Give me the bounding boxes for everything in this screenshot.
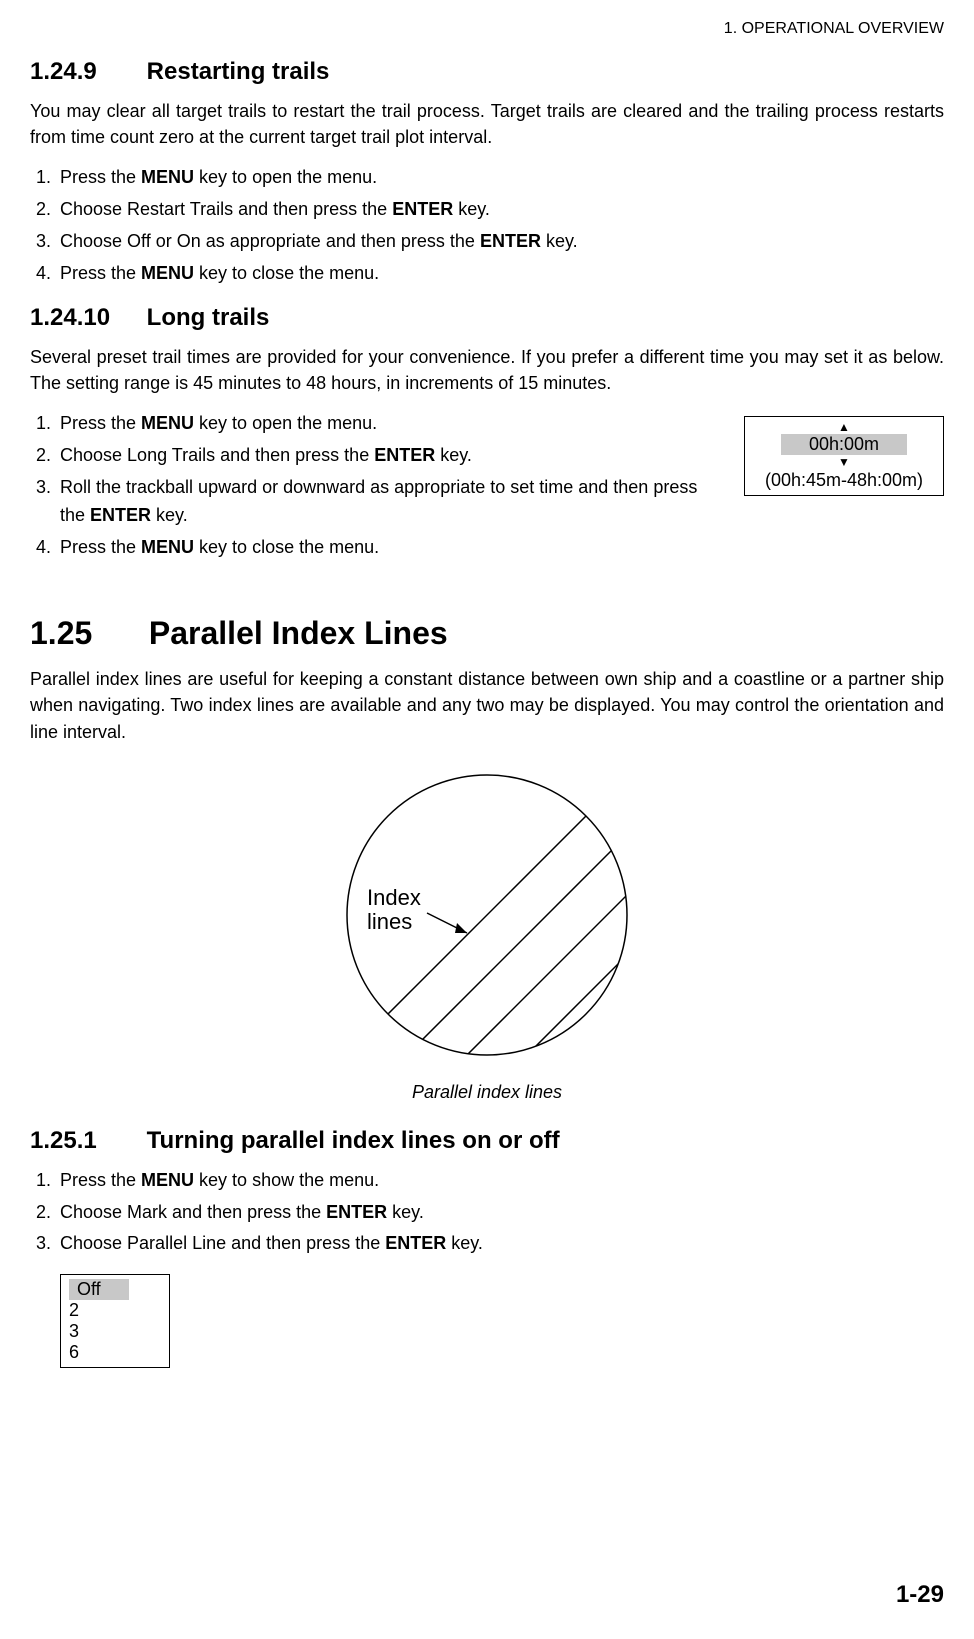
step-item: Press the MENU key to show the menu. (56, 1167, 944, 1195)
parallel-index-lines-figure: Index lines (30, 765, 944, 1070)
step-item: Choose Off or On as appropriate and then… (56, 228, 944, 256)
paragraph: Several preset trail times are provided … (30, 344, 944, 396)
step-item: Choose Mark and then press the ENTER key… (56, 1199, 944, 1227)
figure-caption: Parallel index lines (30, 1082, 944, 1103)
parallel-line-options: Off 2 3 6 (60, 1274, 170, 1368)
step-item: Choose Restart Trails and then press the… (56, 196, 944, 224)
heading-number: 1.24.10 (30, 304, 140, 332)
heading-title: Parallel Index Lines (149, 615, 448, 651)
heading-1-24-10: 1.24.10 Long trails (30, 304, 944, 332)
paragraph: Parallel index lines are useful for keep… (30, 666, 944, 744)
time-value: 00h:00m (781, 434, 907, 455)
time-setting-box: ▲ 00h:00m ▼ (00h:45m-48h:00m) (744, 416, 944, 496)
step-item: Choose Long Trails and then press the EN… (56, 442, 724, 470)
steps-list: Press the MENU key to open the menu. Cho… (56, 410, 724, 565)
arrow-up-icon: ▲ (745, 421, 943, 433)
heading-title: Restarting trails (147, 58, 330, 85)
steps-list: Press the MENU key to open the menu. Cho… (56, 164, 944, 288)
step-item: Choose Parallel Line and then press the … (56, 1230, 944, 1258)
heading-title: Long trails (147, 304, 270, 331)
heading-1-24-9: 1.24.9 Restarting trails (30, 58, 944, 86)
steps-list: Press the MENU key to show the menu. Cho… (56, 1167, 944, 1259)
heading-1-25: 1.25 Parallel Index Lines (30, 615, 944, 652)
step-item: Roll the trackball upward or downward as… (56, 474, 724, 530)
option-6: 6 (61, 1342, 169, 1363)
paragraph: You may clear all target trails to resta… (30, 98, 944, 150)
arrow-down-icon: ▼ (745, 456, 943, 468)
heading-number: 1.25 (30, 615, 140, 652)
step-item: Press the MENU key to open the menu. (56, 410, 724, 438)
step-item: Press the MENU key to close the menu. (56, 260, 944, 288)
option-2: 2 (61, 1300, 169, 1321)
heading-1-25-1: 1.25.1 Turning parallel index lines on o… (30, 1127, 944, 1155)
figure-label: Index (367, 885, 421, 910)
figure-label: lines (367, 909, 412, 934)
index-lines-diagram-icon: Index lines (317, 765, 657, 1065)
heading-number: 1.24.9 (30, 58, 140, 86)
step-item: Press the MENU key to close the menu. (56, 534, 724, 562)
page-number: 1-29 (896, 1581, 944, 1609)
step-item: Press the MENU key to open the menu. (56, 164, 944, 192)
option-3: 3 (61, 1321, 169, 1342)
heading-number: 1.25.1 (30, 1127, 140, 1155)
heading-title: Turning parallel index lines on or off (147, 1127, 560, 1154)
option-off: Off (69, 1279, 129, 1300)
time-range: (00h:45m-48h:00m) (745, 470, 943, 491)
chapter-header: 1. OPERATIONAL OVERVIEW (30, 20, 944, 38)
